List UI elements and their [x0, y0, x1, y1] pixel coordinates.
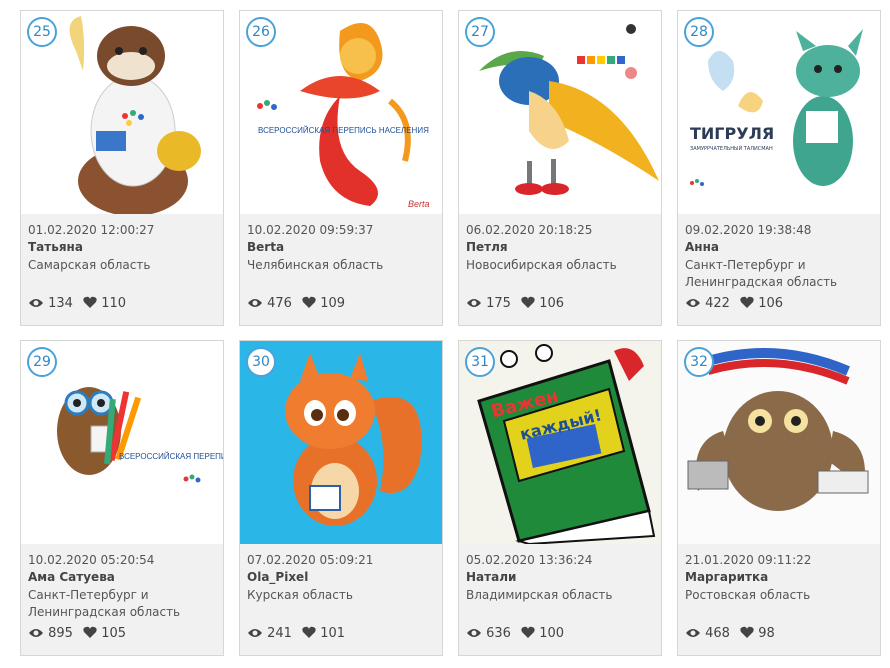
eye-icon — [29, 629, 43, 637]
card-info: 07.02.2020 05:09:21 Ola_Pixel Курская об… — [247, 553, 436, 604]
tiger-subtitle: ЗАМУРРЧАТЕЛЬНЫЙ ТАЛИСМАН — [690, 145, 773, 152]
card-date: 10.02.2020 05:20:54 — [28, 553, 155, 567]
card-author[interactable]: Анна — [685, 240, 874, 257]
card-stats: 468 98 — [685, 626, 781, 641]
heart-icon[interactable] — [302, 296, 316, 309]
card-number-badge: 28 — [684, 17, 714, 47]
card-author[interactable]: Ola_Pixel — [247, 570, 436, 587]
likes-count: 109 — [320, 296, 346, 311]
card-info: 10.02.2020 09:59:37 Berta Челябинская об… — [247, 223, 436, 274]
gallery-card[interactable]: 32 21.01.2020 09:11:22 Маргаритка Ростов… — [677, 340, 881, 656]
tiger-title: ТИГРУЛЯ — [690, 124, 774, 143]
likes-count: 106 — [539, 296, 565, 311]
likes-count: 106 — [758, 296, 784, 311]
card-region: Челябинская область — [247, 258, 384, 272]
gallery-card[interactable]: 25 01.02.2020 12:00:27 Татьяна Самарская… — [20, 10, 224, 326]
card-number-badge: 26 — [246, 17, 276, 47]
views-count: 468 — [705, 626, 730, 641]
card-date: 09.02.2020 19:38:48 — [685, 223, 812, 237]
card-region: Санкт-Петербург и Ленинградская область — [685, 258, 838, 289]
gallery-card[interactable]: 30 07.02.2020 05:09:21 Ola_Pixel Курская… — [239, 340, 443, 656]
gallery-card[interactable]: 27 06.02.2020 20:18:25 Петля Новосибирск… — [458, 10, 662, 326]
card-info: 09.02.2020 19:38:48 Анна Санкт-Петербург… — [685, 223, 874, 291]
eye-icon — [467, 299, 481, 307]
card-date: 06.02.2020 20:18:25 — [466, 223, 593, 237]
card-stats: 476 109 — [247, 296, 351, 311]
eye-icon — [686, 299, 700, 307]
card-region: Новосибирская область — [466, 258, 617, 272]
gallery-grid: 25 01.02.2020 12:00:27 Татьяна Самарская… — [0, 0, 890, 668]
card-stats: 241 101 — [247, 626, 351, 641]
heart-icon[interactable] — [521, 296, 535, 309]
heart-icon[interactable] — [83, 626, 97, 639]
gallery-card[interactable]: ВСЕРОССИЙСКАЯ ПЕРЕПИСЬ НАСЕЛЕНИЯ 29 10.0… — [20, 340, 224, 656]
card-stats: 175 106 — [466, 296, 570, 311]
card-author[interactable]: Маргаритка — [685, 570, 874, 587]
berta-signature: Berta — [408, 199, 430, 209]
census-logo-text: ВСЕРОССИЙСКАЯ ПЕРЕПИСЬ НАСЕЛЕНИЯ — [119, 452, 223, 461]
card-number-badge: 29 — [27, 347, 57, 377]
heart-icon[interactable] — [302, 626, 316, 639]
gallery-card[interactable]: ТИГРУЛЯ ЗАМУРРЧАТЕЛЬНЫЙ ТАЛИСМАН 28 09.0… — [677, 10, 881, 326]
card-number-badge: 31 — [465, 347, 495, 377]
card-number-badge: 25 — [27, 17, 57, 47]
likes-count: 105 — [101, 626, 127, 641]
card-date: 10.02.2020 09:59:37 — [247, 223, 374, 237]
views-count: 636 — [486, 626, 511, 641]
gallery-card[interactable]: Важен каждый! 31 05.02.2020 13:36:24 Нат… — [458, 340, 662, 656]
card-region: Курская область — [247, 588, 353, 602]
eye-icon — [467, 629, 481, 637]
eye-icon — [248, 299, 262, 307]
views-count: 476 — [267, 296, 292, 311]
views-count: 175 — [486, 296, 511, 311]
card-region: Санкт-Петербург и Ленинградская область — [28, 588, 181, 619]
likes-count: 110 — [101, 296, 127, 311]
views-count: 895 — [48, 626, 73, 641]
card-stats: 134 110 — [28, 296, 132, 311]
views-count: 134 — [48, 296, 73, 311]
heart-icon[interactable] — [740, 626, 754, 639]
card-region: Владимирская область — [466, 588, 613, 602]
likes-count: 101 — [320, 626, 346, 641]
card-info: 10.02.2020 05:20:54 Ама Сатуева Санкт-Пе… — [28, 553, 217, 621]
card-region: Самарская область — [28, 258, 151, 272]
card-info: 21.01.2020 09:11:22 Маргаритка Ростовска… — [685, 553, 874, 604]
card-region: Ростовская область — [685, 588, 811, 602]
card-date: 07.02.2020 05:09:21 — [247, 553, 374, 567]
eye-icon — [248, 629, 262, 637]
card-author[interactable]: Татьяна — [28, 240, 217, 257]
card-number-badge: 27 — [465, 17, 495, 47]
card-number-badge: 30 — [246, 347, 276, 377]
card-info: 05.02.2020 13:36:24 Натали Владимирская … — [466, 553, 655, 604]
card-date: 01.02.2020 12:00:27 — [28, 223, 155, 237]
likes-count: 100 — [539, 626, 565, 641]
card-number-badge: 32 — [684, 347, 714, 377]
card-stats: 636 100 — [466, 626, 570, 641]
eye-icon — [29, 299, 43, 307]
card-stats: 422 106 — [685, 296, 789, 311]
census-logo-text: ВСЕРОССИЙСКАЯ ПЕРЕПИСЬ НАСЕЛЕНИЯ — [258, 126, 429, 135]
card-date: 05.02.2020 13:36:24 — [466, 553, 593, 567]
card-author[interactable]: Петля — [466, 240, 655, 257]
heart-icon[interactable] — [521, 626, 535, 639]
heart-icon[interactable] — [83, 296, 97, 309]
heart-icon[interactable] — [740, 296, 754, 309]
card-date: 21.01.2020 09:11:22 — [685, 553, 812, 567]
card-author[interactable]: Натали — [466, 570, 655, 587]
card-info: 06.02.2020 20:18:25 Петля Новосибирская … — [466, 223, 655, 274]
views-count: 241 — [267, 626, 292, 641]
likes-count: 98 — [758, 626, 775, 641]
card-stats: 895 105 — [28, 626, 132, 641]
card-author[interactable]: Ама Сатуева — [28, 570, 217, 587]
card-info: 01.02.2020 12:00:27 Татьяна Самарская об… — [28, 223, 217, 274]
gallery-card[interactable]: ВСЕРОССИЙСКАЯ ПЕРЕПИСЬ НАСЕЛЕНИЯ Berta 2… — [239, 10, 443, 326]
card-author[interactable]: Berta — [247, 240, 436, 257]
views-count: 422 — [705, 296, 730, 311]
eye-icon — [686, 629, 700, 637]
